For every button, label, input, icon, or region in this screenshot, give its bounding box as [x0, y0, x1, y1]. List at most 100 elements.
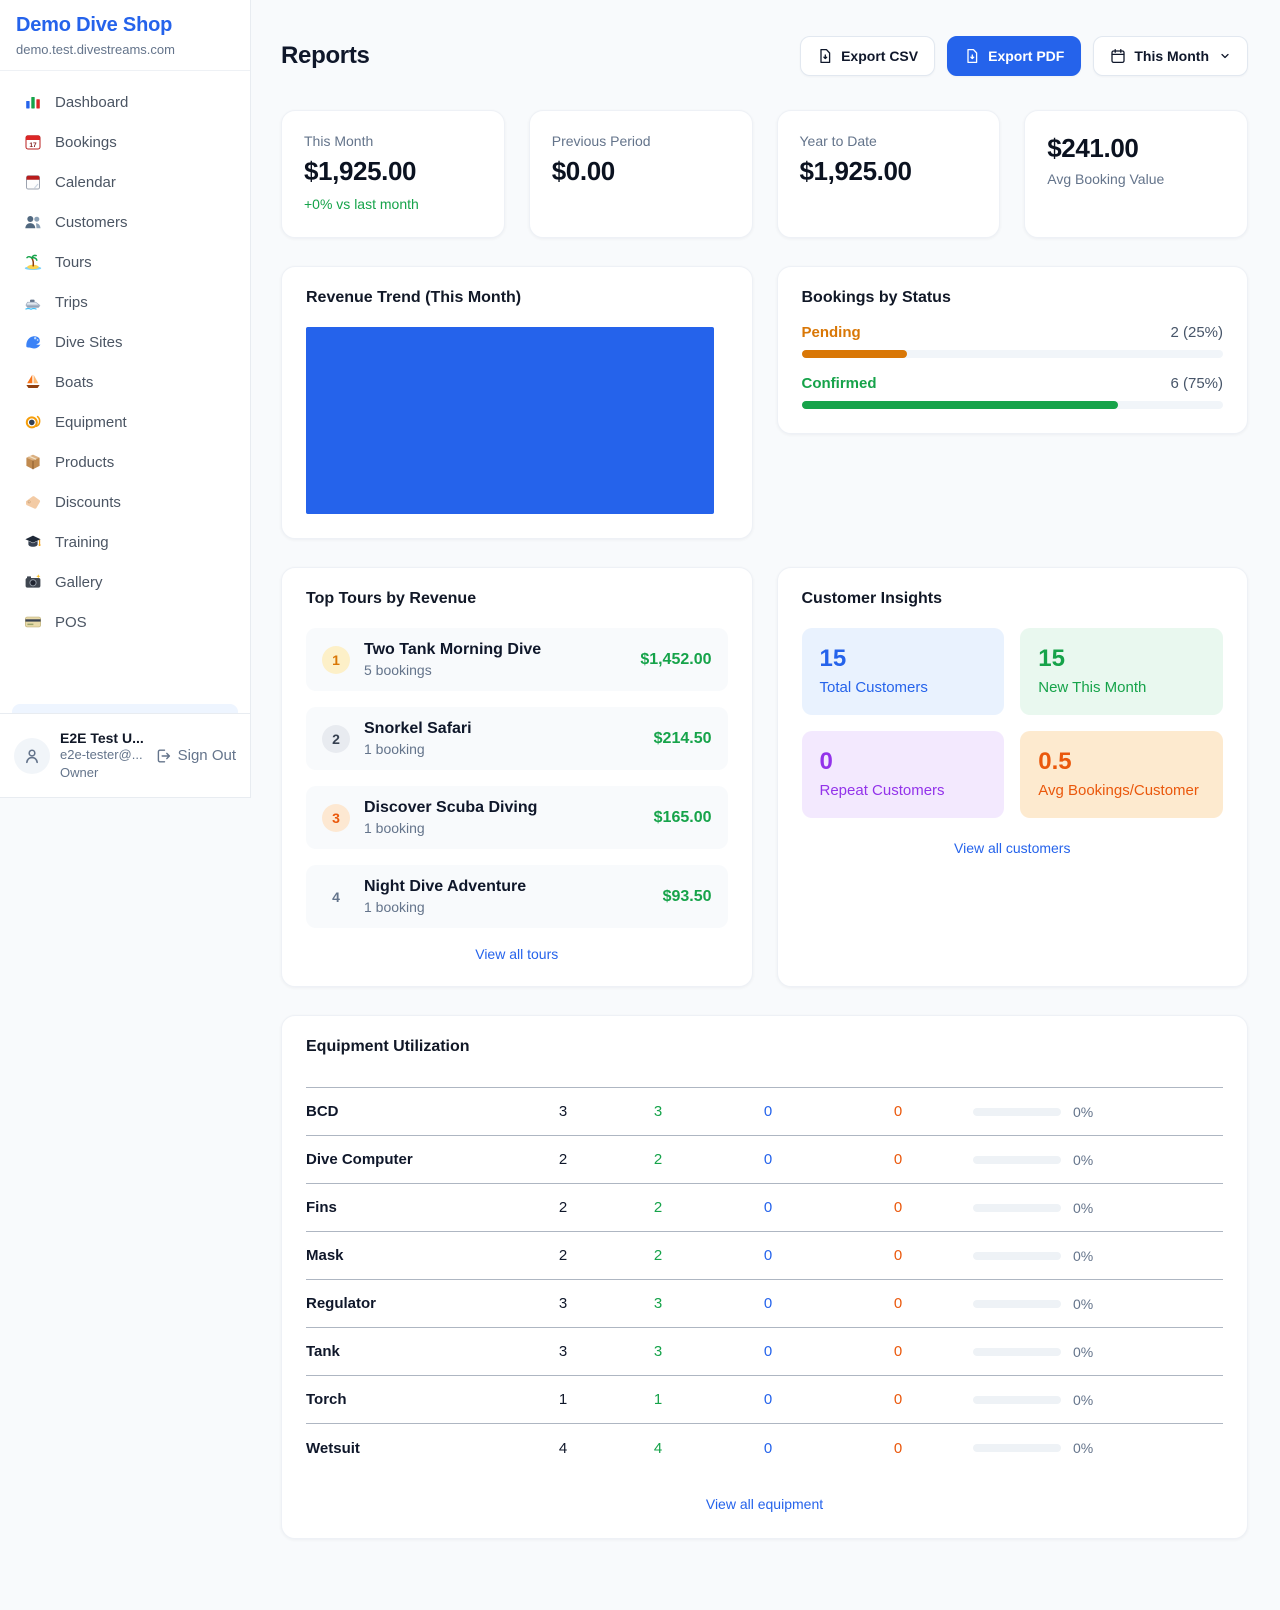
stat-card: Avg Booking Value $241.00: [1024, 110, 1248, 238]
camera-icon: [24, 573, 42, 591]
insight-label: Repeat Customers: [820, 782, 987, 799]
page-header: Reports Export CSV Export PDF This Month: [281, 26, 1248, 86]
sidebar-item-boats[interactable]: Boats: [12, 363, 238, 401]
user-box: E2E Test U... e2e-tester@... Owner Sign …: [0, 713, 250, 797]
utilization-bar: [973, 1444, 1061, 1452]
sidebar-item-tours[interactable]: Tours: [12, 243, 238, 281]
equipment-row: Mask 2 2 0 0 0%: [306, 1232, 1223, 1280]
user-meta: E2E Test U... e2e-tester@... Owner: [60, 730, 145, 781]
tag-icon: [24, 493, 42, 511]
insight-label: Avg Bookings/Customer: [1038, 782, 1205, 799]
equipment-rented: 0: [713, 1103, 823, 1120]
equipment-total: 3: [523, 1103, 603, 1120]
sidebar-item-equipment[interactable]: Equipment: [12, 403, 238, 441]
utilization-value: 0%: [1073, 1344, 1093, 1360]
sidebar-item-gallery[interactable]: Gallery: [12, 563, 238, 601]
equipment-category: Torch: [306, 1391, 523, 1408]
equipment-rented: 0: [713, 1343, 823, 1360]
revenue-trend-chart: [306, 327, 728, 514]
customer-insights-card: Customer Insights 15 Total Customers 15 …: [777, 567, 1249, 987]
tour-name: Night Dive Adventure: [364, 878, 649, 896]
status-progress-fill: [802, 401, 1118, 409]
tour-row: 3 Discover Scuba Diving 1 booking $165.0…: [306, 786, 728, 849]
equipment-row: Regulator 3 3 0 0 0%: [306, 1280, 1223, 1328]
brand: Demo Dive Shop demo.test.divestreams.com: [0, 0, 250, 71]
rank-badge: 1: [322, 646, 350, 674]
view-all-customers-link[interactable]: View all customers: [802, 840, 1224, 856]
equipment-maintenance: 0: [823, 1247, 973, 1264]
export-pdf-button[interactable]: Export PDF: [947, 36, 1081, 76]
equipment-row: Dive Computer 2 2 0 0 0%: [306, 1136, 1223, 1184]
sidebar-item-label: Boats: [55, 374, 93, 391]
equipment-category: Regulator: [306, 1295, 523, 1312]
utilization-value: 0%: [1073, 1392, 1093, 1408]
header-actions: Export CSV Export PDF This Month: [800, 36, 1248, 76]
sidebar-item-training[interactable]: Training: [12, 523, 238, 561]
stat-value: $1,925.00: [304, 156, 482, 187]
sidebar-item-products[interactable]: Products: [12, 443, 238, 481]
top-tours-list: 1 Two Tank Morning Dive 5 bookings $1,45…: [306, 628, 728, 928]
stat-value: $0.00: [552, 156, 730, 187]
equipment-rented: 0: [713, 1247, 823, 1264]
utilization-value: 0%: [1073, 1248, 1093, 1264]
sidebar-item-reports-partial[interactable]: [12, 704, 238, 713]
view-all-equipment-link[interactable]: View all equipment: [306, 1496, 1223, 1512]
equipment-available: 2: [603, 1247, 713, 1264]
sidebar-item-dashboard[interactable]: Dashboard: [12, 83, 238, 121]
revenue-trend-title: Revenue Trend (This Month): [306, 289, 728, 307]
equipment-available: 3: [603, 1103, 713, 1120]
equipment-maintenance: 0: [823, 1343, 973, 1360]
sidebar-item-customers[interactable]: Customers: [12, 203, 238, 241]
package-icon: [24, 453, 42, 471]
column-header: [603, 1074, 713, 1087]
tour-amount: $214.50: [654, 730, 712, 748]
utilization-bar: [973, 1108, 1061, 1116]
view-all-tours-link[interactable]: View all tours: [306, 946, 728, 962]
sidebar-item-bookings[interactable]: 17 Bookings: [12, 123, 238, 161]
stat-label: Avg Booking Value: [1047, 171, 1225, 187]
tour-bookings: 5 bookings: [364, 662, 626, 678]
equipment-total: 2: [523, 1247, 603, 1264]
charts-row: Revenue Trend (This Month) Bookings by S…: [281, 266, 1248, 539]
equipment-category: Wetsuit: [306, 1440, 523, 1457]
wave-icon: [24, 333, 42, 351]
sidebar-item-dive-sites[interactable]: Dive Sites: [12, 323, 238, 361]
utilization-value: 0%: [1073, 1104, 1093, 1120]
equipment-maintenance: 0: [823, 1391, 973, 1408]
sidebar-item-label: Calendar: [55, 174, 116, 191]
file-download-icon: [817, 48, 833, 64]
speedboat-icon: [24, 293, 42, 311]
stat-card: This Month $1,925.00 +0% vs last month: [281, 110, 505, 238]
utilization-value: 0%: [1073, 1200, 1093, 1216]
sidebar-item-label: Discounts: [55, 494, 121, 511]
stat-label: This Month: [304, 133, 482, 149]
insight-tiles: 15 Total Customers 15 New This Month 0 R…: [802, 628, 1224, 818]
revenue-trend-card: Revenue Trend (This Month): [281, 266, 753, 539]
sailboat-icon: [24, 373, 42, 391]
equipment-category: Fins: [306, 1199, 523, 1216]
export-pdf-label: Export PDF: [988, 48, 1064, 64]
sign-out-button[interactable]: Sign Out: [155, 747, 236, 764]
sidebar-item-pos[interactable]: POS: [12, 603, 238, 641]
equipment-row: BCD 3 3 0 0 0%: [306, 1088, 1223, 1136]
utilization-bar: [973, 1300, 1061, 1308]
sidebar-item-calendar[interactable]: Calendar: [12, 163, 238, 201]
utilization-bar: [973, 1252, 1061, 1260]
stat-label: Year to Date: [800, 133, 978, 149]
equipment-available: 2: [603, 1199, 713, 1216]
sidebar-item-discounts[interactable]: Discounts: [12, 483, 238, 521]
sidebar-item-label: Customers: [55, 214, 128, 231]
equipment-category: Mask: [306, 1247, 523, 1264]
avatar: [14, 738, 50, 774]
tour-amount: $93.50: [663, 888, 712, 906]
sidebar-item-trips[interactable]: Trips: [12, 283, 238, 321]
equipment-row: Fins 2 2 0 0 0%: [306, 1184, 1223, 1232]
column-header: [523, 1074, 603, 1087]
customer-insights-title: Customer Insights: [802, 590, 1224, 608]
period-select[interactable]: This Month: [1093, 36, 1248, 76]
equipment-row: Tank 3 3 0 0 0%: [306, 1328, 1223, 1376]
export-csv-button[interactable]: Export CSV: [800, 36, 935, 76]
bookings-status-title: Bookings by Status: [802, 289, 1224, 307]
tour-bookings: 1 booking: [364, 820, 640, 836]
equipment-available: 1: [603, 1391, 713, 1408]
